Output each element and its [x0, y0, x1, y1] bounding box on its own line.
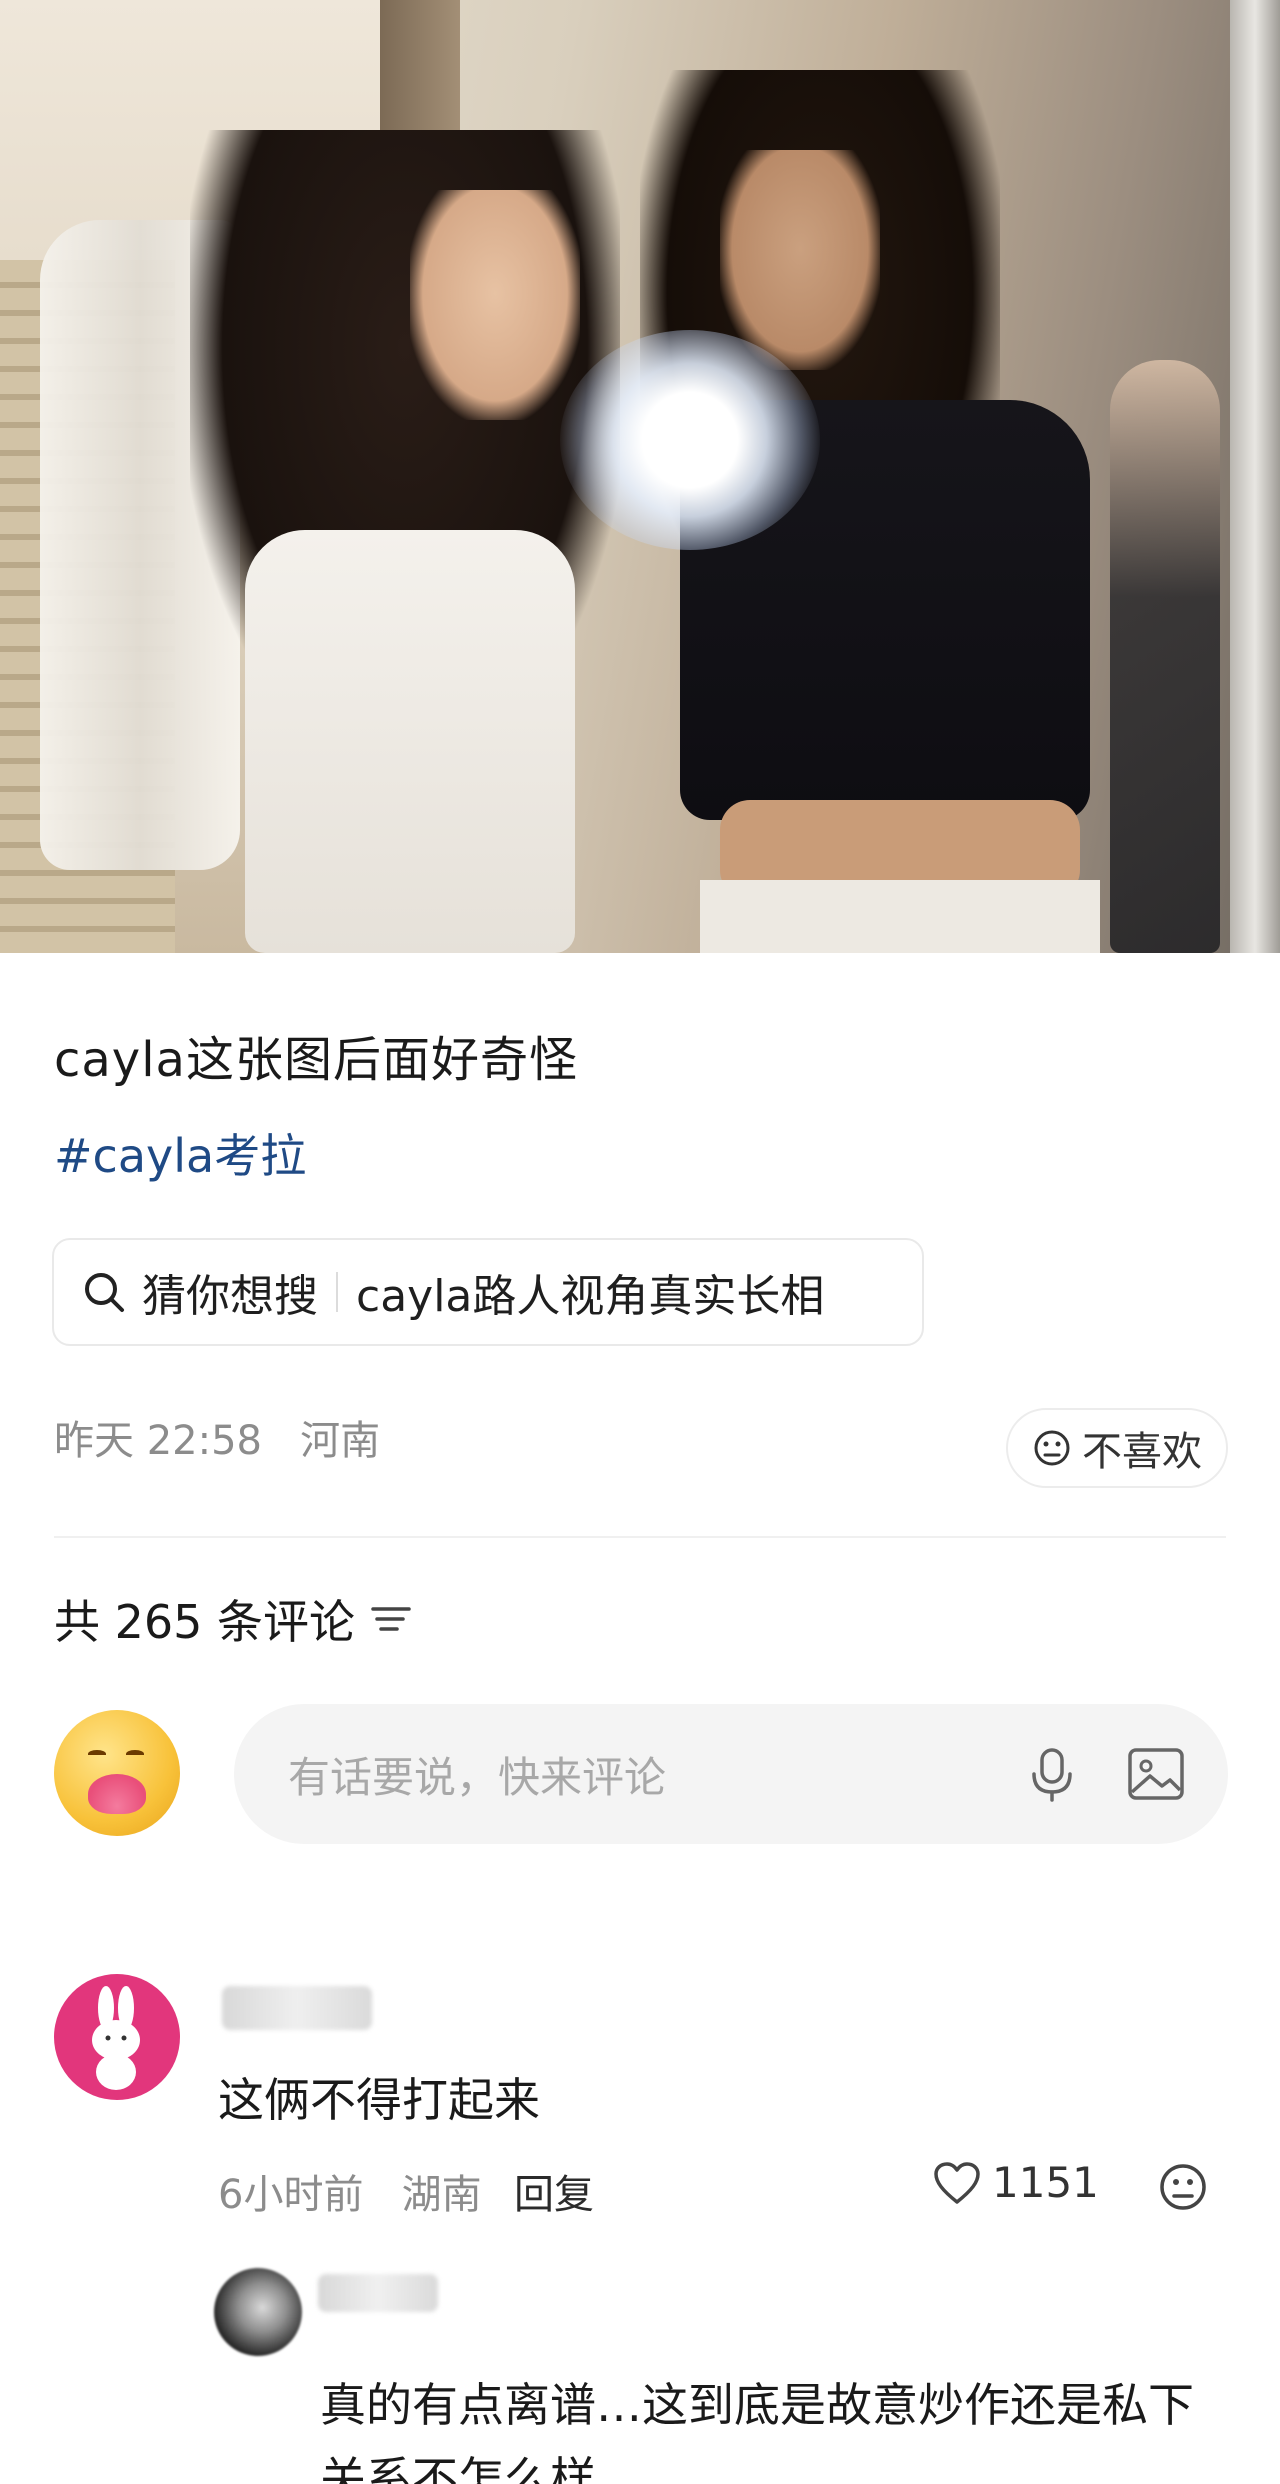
reply-text: 真的有点离谱…这到底是故意炒作还是私下关系不怎么样 — [320, 2378, 1194, 2484]
photo-background-person — [1110, 360, 1220, 953]
comment-input[interactable]: 有话要说，快来评论 — [234, 1704, 1228, 1844]
image-icon[interactable] — [1124, 1742, 1188, 1806]
section-divider — [54, 1536, 1226, 1538]
photo-left-person-top — [245, 530, 575, 953]
sad-face-icon — [1034, 1430, 1070, 1466]
like-count: 1151 — [992, 2158, 1099, 2207]
guess-search-divider — [336, 1272, 338, 1312]
comment-count-header[interactable]: 共 265 条评论 — [54, 1586, 413, 1652]
heart-icon — [934, 2161, 980, 2204]
photo-mirror-frame — [1230, 0, 1280, 953]
avatar-eye-right — [126, 1750, 144, 1758]
search-icon — [85, 1273, 124, 1312]
guess-search-label: 猜你想搜 — [142, 1271, 318, 1322]
post-hashtag[interactable]: #cayla考拉 — [54, 1120, 306, 1186]
post-photo[interactable] — [0, 0, 1280, 953]
photo-right-person-pants — [700, 880, 1100, 953]
reply-name-blurred[interactable] — [318, 2274, 438, 2312]
post-location: 河南 — [300, 1418, 381, 1464]
sort-icon — [371, 1607, 411, 1631]
dislike-button[interactable]: 不喜欢 — [1006, 1408, 1228, 1488]
reply-avatar[interactable] — [214, 2268, 302, 2356]
comment-input-placeholder: 有话要说，快来评论 — [288, 1752, 667, 1802]
commenter-name-blurred[interactable] — [222, 1986, 372, 2030]
comment-location: 湖南 — [401, 2172, 482, 2218]
photo-right-person-face — [720, 150, 880, 370]
rabbit-avatar-icon — [92, 1986, 140, 2090]
comment-text: 这俩不得打起来 — [218, 2073, 540, 2127]
photo-camera-flash — [560, 330, 820, 550]
post-meta: 昨天 22:58 河南 — [54, 1408, 380, 1466]
user-avatar[interactable] — [54, 1710, 180, 1836]
sad-face-icon[interactable] — [1156, 2160, 1210, 2214]
avatar-lotus — [88, 1774, 146, 1814]
guess-search-pill[interactable]: 猜你想搜 cayla路人视角真实长相 — [52, 1238, 924, 1346]
avatar-eye-left — [88, 1750, 106, 1758]
like-button[interactable]: 1151 — [932, 2158, 1099, 2207]
reply-button[interactable]: 回复 — [514, 2162, 594, 2220]
commenter-avatar[interactable] — [54, 1974, 180, 2100]
guess-search-query: cayla路人视角真实长相 — [356, 1271, 825, 1322]
microphone-icon[interactable] — [1020, 1742, 1084, 1806]
comment-meta: 6小时前 湖南 — [218, 2162, 482, 2220]
post-title: cayla这张图后面好奇怪 — [54, 1032, 578, 1088]
photo-left-person-face — [410, 190, 580, 420]
dislike-label: 不喜欢 — [1082, 1429, 1202, 1475]
comment-count-label: 共 265 条评论 — [54, 1595, 356, 1649]
comment-time: 6小时前 — [218, 2172, 364, 2218]
post-time: 昨天 22:58 — [54, 1418, 262, 1464]
